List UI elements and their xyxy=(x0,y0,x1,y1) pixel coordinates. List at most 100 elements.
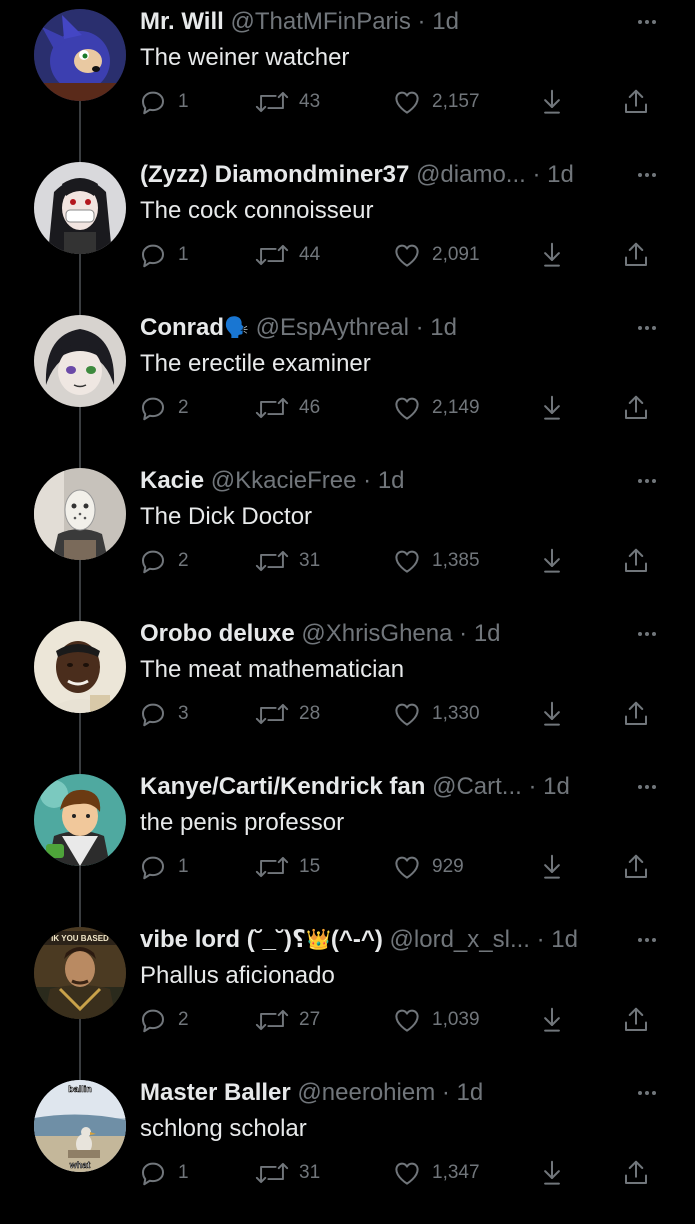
retweet-button[interactable]: 31 xyxy=(255,543,320,579)
download-button[interactable] xyxy=(537,1155,567,1191)
retweet-button[interactable]: 44 xyxy=(255,237,320,273)
heart-icon xyxy=(392,546,422,576)
heart-icon xyxy=(392,393,422,423)
download-icon xyxy=(537,852,567,882)
retweet-button[interactable]: 43 xyxy=(255,84,320,120)
more-options-icon[interactable] xyxy=(632,930,662,950)
more-options-icon[interactable] xyxy=(632,471,662,491)
like-button[interactable]: 1,039 xyxy=(392,1002,480,1038)
like-button[interactable]: 1,385 xyxy=(392,543,480,579)
retweet-count: 31 xyxy=(299,550,321,571)
like-button[interactable]: 1,347 xyxy=(392,1155,480,1191)
like-button[interactable]: 2,157 xyxy=(392,84,480,120)
download-button[interactable] xyxy=(537,390,567,426)
like-button[interactable]: 2,091 xyxy=(392,237,480,273)
like-button[interactable]: 2,149 xyxy=(392,390,480,426)
more-options-icon[interactable] xyxy=(632,624,662,644)
reply-button[interactable]: 1 xyxy=(138,237,189,273)
timestamp[interactable]: 1d xyxy=(474,620,501,647)
reply-button[interactable]: 1 xyxy=(138,849,189,885)
download-button[interactable] xyxy=(537,849,567,885)
retweet-count: 15 xyxy=(299,856,321,877)
more-options-icon[interactable] xyxy=(632,12,662,32)
reply-icon xyxy=(138,1005,168,1035)
user-handle[interactable]: @neerohiem xyxy=(297,1079,435,1106)
tweet[interactable]: Conrad🗣️ @EspAythreal · 1d The erectile e… xyxy=(0,306,695,459)
like-button[interactable]: 1,330 xyxy=(392,696,480,732)
tweet[interactable]: ballin what Master Baller @neerohiem · 1d s… xyxy=(0,1071,695,1224)
user-handle[interactable]: @EspAythreal xyxy=(256,314,409,341)
display-name[interactable]: Conrad xyxy=(140,314,224,341)
retweet-button[interactable]: 31 xyxy=(255,1155,320,1191)
reply-button[interactable]: 2 xyxy=(138,543,189,579)
timestamp[interactable]: 1d xyxy=(432,8,459,35)
tweet[interactable]: Orobo deluxe @XhrisGhena · 1d The meat ma… xyxy=(0,612,695,765)
display-name[interactable]: Master Baller xyxy=(140,1079,291,1106)
retweet-count: 31 xyxy=(299,1162,321,1183)
download-button[interactable] xyxy=(537,543,567,579)
share-button[interactable] xyxy=(621,390,651,426)
user-handle[interactable]: @Cart... xyxy=(432,773,522,800)
tweet-header: Mr. Will @ThatMFinParis · 1d xyxy=(140,6,630,38)
share-button[interactable] xyxy=(621,1002,651,1038)
tweet[interactable]: Mr. Will @ThatMFinParis · 1d The weiner w… xyxy=(0,0,695,153)
display-name[interactable]: vibe lord (˘_˘)؟ xyxy=(140,926,306,953)
tweet[interactable]: (Zyzz) Diamondminer37 @diamo... · 1d The … xyxy=(0,153,695,306)
tweet-header: vibe lord (˘_˘)؟👑(^-^) @lord_x_sl... · 1… xyxy=(140,924,630,956)
user-handle[interactable]: @lord_x_sl... xyxy=(390,926,530,953)
user-handle[interactable]: @XhrisGhena xyxy=(301,620,452,647)
separator-dot: · xyxy=(441,1079,450,1106)
reply-button[interactable]: 2 xyxy=(138,390,189,426)
user-handle[interactable]: @diamo... xyxy=(416,161,526,188)
share-button[interactable] xyxy=(621,84,651,120)
download-button[interactable] xyxy=(537,84,567,120)
reply-button[interactable]: 3 xyxy=(138,696,189,732)
tweet[interactable]: Kacie @KkacieFree · 1d The Dick Doctor 2 31… xyxy=(0,459,695,612)
more-options-icon[interactable] xyxy=(632,165,662,185)
user-handle[interactable]: @ThatMFinParis xyxy=(230,8,410,35)
more-options-icon[interactable] xyxy=(632,1083,662,1103)
share-button[interactable] xyxy=(621,543,651,579)
display-name[interactable]: Orobo deluxe xyxy=(140,620,295,647)
share-button[interactable] xyxy=(621,237,651,273)
retweet-icon xyxy=(255,699,289,729)
like-count: 1,347 xyxy=(432,1162,480,1183)
heart-icon xyxy=(392,87,422,117)
retweet-button[interactable]: 15 xyxy=(255,849,320,885)
user-handle[interactable]: @KkacieFree xyxy=(211,467,357,494)
reply-button[interactable]: 1 xyxy=(138,1155,189,1191)
timestamp[interactable]: 1d xyxy=(547,161,574,188)
display-name-suffix[interactable]: (^-^) xyxy=(331,926,383,953)
more-options-icon[interactable] xyxy=(632,318,662,338)
more-options-icon[interactable] xyxy=(632,777,662,797)
retweet-button[interactable]: 46 xyxy=(255,390,320,426)
display-name[interactable]: Kacie xyxy=(140,467,204,494)
timestamp[interactable]: 1d xyxy=(543,773,570,800)
share-button[interactable] xyxy=(621,1155,651,1191)
timestamp[interactable]: 1d xyxy=(551,926,578,953)
share-button[interactable] xyxy=(621,696,651,732)
reply-button[interactable]: 2 xyxy=(138,1002,189,1038)
tweet[interactable]: Kanye/Carti/Kendrick fan @Cart... · 1d th… xyxy=(0,765,695,918)
tweet-header: Master Baller @neerohiem · 1d xyxy=(140,1077,630,1109)
timestamp[interactable]: 1d xyxy=(430,314,457,341)
download-button[interactable] xyxy=(537,237,567,273)
share-button[interactable] xyxy=(621,849,651,885)
retweet-button[interactable]: 28 xyxy=(255,696,320,732)
tweet-text: The weiner watcher xyxy=(140,44,350,71)
reply-count: 2 xyxy=(178,1009,189,1030)
download-icon xyxy=(537,1158,567,1188)
display-name[interactable]: (Zyzz) Diamondminer37 xyxy=(140,161,409,188)
timestamp[interactable]: 1d xyxy=(378,467,405,494)
retweet-count: 28 xyxy=(299,703,321,724)
reply-button[interactable]: 1 xyxy=(138,84,189,120)
download-button[interactable] xyxy=(537,696,567,732)
like-button[interactable]: 929 xyxy=(392,849,464,885)
retweet-button[interactable]: 27 xyxy=(255,1002,320,1038)
tweet[interactable]: IK YOU BASED vibe lord (˘_˘)؟👑(^-^) @lord… xyxy=(0,918,695,1071)
share-icon xyxy=(621,546,651,576)
display-name[interactable]: Kanye/Carti/Kendrick fan xyxy=(140,773,425,800)
display-name[interactable]: Mr. Will xyxy=(140,8,224,35)
timestamp[interactable]: 1d xyxy=(457,1079,484,1106)
download-button[interactable] xyxy=(537,1002,567,1038)
